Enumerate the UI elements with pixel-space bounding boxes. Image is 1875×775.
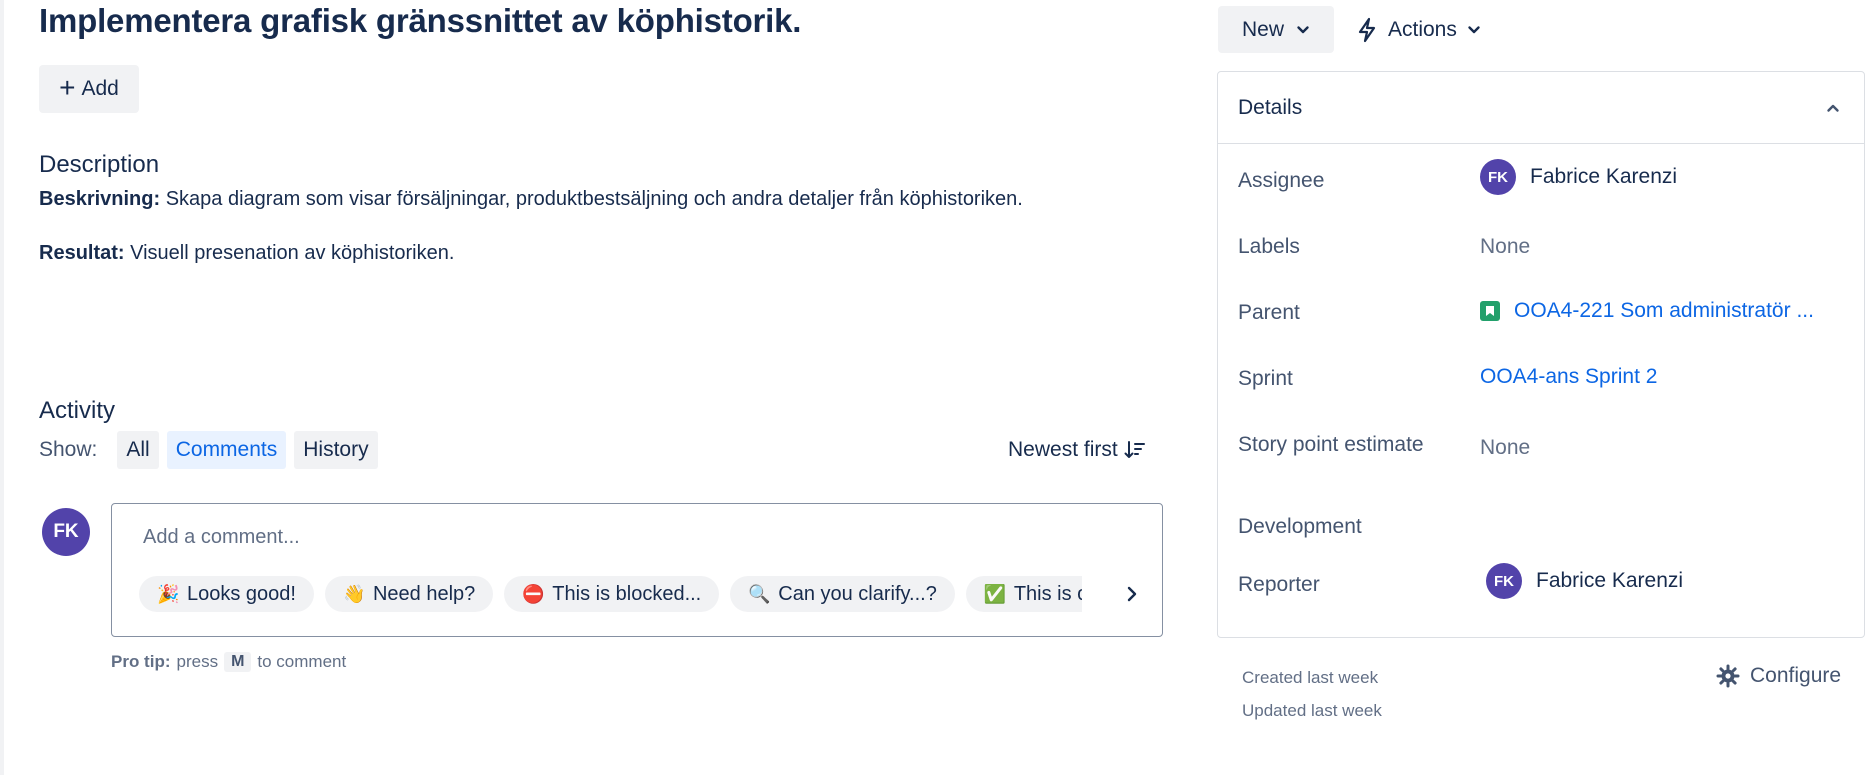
labels-field[interactable]: None — [1480, 235, 1530, 259]
sort-order-button[interactable]: Newest first — [1008, 431, 1146, 469]
comment-editor[interactable]: Add a comment... 🎉 Looks good! 👋 Need he… — [111, 503, 1163, 637]
parent-field[interactable]: OOA4-221 Som administratör ... — [1480, 299, 1814, 323]
details-panel: Details Assignee FK Fabrice Karenzi Labe… — [1217, 71, 1865, 638]
quick-reply-on-track[interactable]: ✅ This is on track — [965, 576, 1099, 612]
show-label: Show: — [39, 438, 98, 461]
waving-hand-icon: 👋 — [342, 583, 366, 604]
quick-reply-label: This is blocked... — [552, 582, 702, 605]
activity-heading: Activity — [39, 397, 116, 424]
development-label: Development — [1238, 515, 1362, 538]
story-bookmark-icon — [1480, 301, 1500, 321]
lightning-bolt-icon — [1358, 17, 1376, 42]
quick-reply-label: Looks good! — [187, 582, 296, 605]
issue-title[interactable]: Implementera grafisk gränssnittet av köp… — [39, 2, 801, 40]
reporter-avatar: FK — [1486, 563, 1522, 599]
comment-input[interactable]: Add a comment... — [143, 526, 300, 549]
pro-tip-before: press — [176, 652, 219, 671]
description-heading: Description — [39, 151, 160, 178]
story-point-estimate-label: Story point estimate — [1238, 433, 1424, 456]
description-label: Beskrivning: — [39, 188, 161, 210]
quick-reply-label: Need help? — [372, 582, 476, 605]
created-timestamp: Created last week — [1242, 668, 1379, 687]
assignee-field[interactable]: FK Fabrice Karenzi — [1480, 159, 1677, 195]
sort-order-label: Newest first — [1008, 438, 1118, 461]
result-label: Resultat: — [39, 242, 125, 264]
pro-tip-after: to comment — [257, 652, 347, 671]
party-popper-icon: 🎉 — [157, 583, 180, 604]
filter-history-button[interactable]: History — [294, 431, 378, 469]
reporter-label: Reporter — [1238, 573, 1320, 596]
sprint-link[interactable]: OOA4-ans Sprint 2 — [1480, 365, 1657, 389]
pro-tip-label: Pro tip: — [111, 652, 171, 671]
details-title: Details — [1238, 95, 1303, 119]
no-entry-icon: ⛔ — [522, 583, 545, 604]
chevron-down-icon — [1297, 25, 1309, 33]
reporter-field[interactable]: FK Fabrice Karenzi — [1486, 563, 1683, 599]
quick-reply-label: Can you clarify...? — [778, 582, 937, 605]
details-header-toggle[interactable]: Details — [1218, 72, 1864, 144]
plus-icon: + — [59, 72, 76, 103]
reporter-name: Fabrice Karenzi — [1536, 569, 1684, 592]
status-label: New — [1241, 17, 1284, 41]
sprint-label: Sprint — [1238, 367, 1293, 390]
check-mark-icon: ✅ — [983, 583, 1007, 604]
sort-descending-icon — [1124, 441, 1145, 458]
quick-reply-list: 🎉 Looks good! 👋 Need help? ⛔ This is blo… — [139, 576, 1099, 614]
left-border — [0, 0, 4, 775]
shortcut-key: M — [224, 652, 252, 672]
chevron-right-icon — [1127, 586, 1137, 602]
configure-button[interactable]: Configure — [1716, 664, 1841, 688]
quick-reply-clarify[interactable]: 🔍 Can you clarify...? — [730, 576, 955, 612]
pro-tip: Pro tip: press M to comment — [111, 652, 346, 672]
description-line-beskrivning[interactable]: Beskrivning: Skapa diagram som visar för… — [39, 188, 1023, 211]
current-user-avatar: FK — [42, 508, 90, 556]
labels-label: Labels — [1238, 235, 1300, 258]
result-text: Visuell presenation av köphistoriken. — [124, 242, 455, 264]
parent-issue-link[interactable]: OOA4-221 Som administratör ... — [1514, 299, 1814, 323]
assignee-name: Fabrice Karenzi — [1530, 165, 1678, 188]
quick-reply-blocked[interactable]: ⛔ This is blocked... — [504, 576, 720, 612]
parent-label: Parent — [1238, 301, 1300, 324]
activity-filter-bar: Show: All Comments History — [39, 431, 378, 469]
description-text: Skapa diagram som visar försäljningar, p… — [160, 188, 1023, 210]
magnifying-glass-icon: 🔍 — [748, 583, 771, 604]
updated-timestamp: Updated last week — [1242, 701, 1382, 720]
assignee-label: Assignee — [1238, 169, 1325, 192]
assignee-avatar: FK — [1480, 159, 1516, 195]
filter-all-button[interactable]: All — [117, 431, 159, 469]
chevron-down-icon — [1468, 25, 1480, 33]
filter-comments-button[interactable]: Comments — [166, 431, 287, 469]
chevron-up-icon — [1827, 104, 1839, 112]
add-button[interactable]: + Add — [39, 65, 139, 113]
actions-label: Actions — [1388, 17, 1457, 41]
actions-dropdown-button[interactable]: Actions — [1356, 6, 1481, 53]
quick-reply-need-help[interactable]: 👋 Need help? — [324, 576, 494, 612]
configure-label: Configure — [1750, 664, 1842, 687]
story-point-estimate-field[interactable]: None — [1480, 436, 1530, 460]
quick-reply-scroll-right-button[interactable] — [1114, 576, 1150, 612]
add-button-label: Add — [81, 77, 119, 100]
quick-reply-looks-good[interactable]: 🎉 Looks good! — [139, 576, 314, 612]
description-line-resultat[interactable]: Resultat: Visuell presenation av köphist… — [39, 242, 454, 265]
gear-icon — [1716, 664, 1740, 688]
status-dropdown-button[interactable]: New — [1218, 6, 1334, 53]
